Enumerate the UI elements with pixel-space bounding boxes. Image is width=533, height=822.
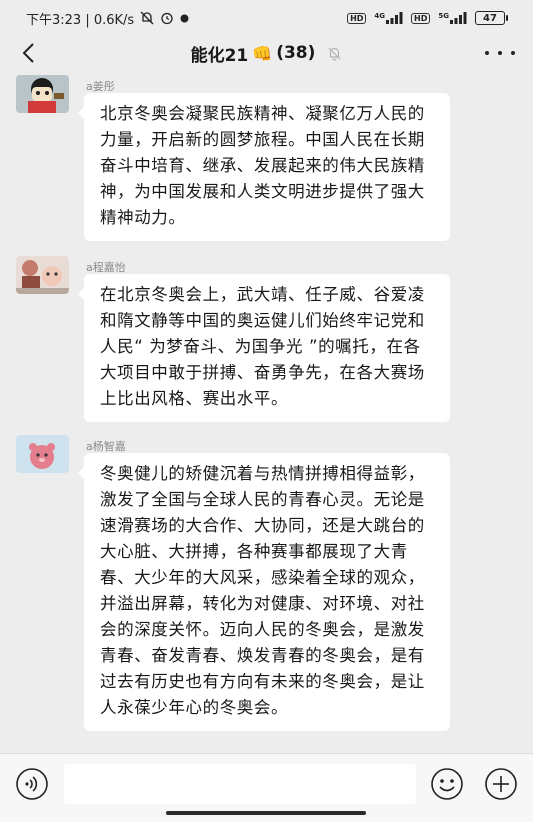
sender-name: a程嘉怡	[86, 261, 126, 274]
chat-header: 能化21 👊 (38)	[0, 36, 533, 70]
title-emoji: 👊	[252, 43, 273, 63]
sender-name: a杨智嘉	[86, 440, 126, 453]
more-functions-button[interactable]	[484, 767, 518, 801]
battery-icon: 47	[475, 11, 508, 25]
network-label-1: 4G	[374, 12, 386, 20]
avatar[interactable]	[16, 75, 69, 113]
bell-off-icon	[327, 46, 342, 61]
hd-badge-2: HD	[411, 12, 431, 24]
message-input[interactable]	[64, 764, 416, 804]
more-button[interactable]	[485, 42, 515, 64]
mute-notification-icon	[140, 11, 154, 25]
more-dot	[498, 51, 502, 55]
plus-icon	[485, 768, 517, 800]
message-bubble[interactable]: 冬奥健儿的矫健沉着与热情拼搏相得益彰，激发了全国与全球人民的青春心灵。无论是速滑…	[78, 453, 450, 731]
battery-level: 47	[483, 12, 497, 24]
message-bubble[interactable]: 北京冬奥会凝聚民族精神、凝聚亿万人民的力量，开启新的圆梦旅程。中国人民在长期奋斗…	[78, 93, 450, 241]
more-dot	[511, 51, 515, 55]
status-left: 下午3:23 | 0.6K/s	[26, 9, 189, 28]
signal-icon-1: 4G	[374, 12, 403, 24]
avatar[interactable]	[16, 256, 69, 294]
status-time-speed: 下午3:23 | 0.6K/s	[26, 12, 135, 28]
member-count: (38)	[276, 43, 316, 63]
emoji-button[interactable]	[430, 767, 464, 801]
hd-badge-1: HD	[347, 12, 367, 24]
network-label-2: 5G	[438, 12, 449, 20]
alarm-icon	[160, 11, 174, 25]
home-indicator[interactable]	[166, 811, 366, 815]
chat-title: 能化21 👊 (38)	[191, 41, 343, 66]
voice-icon	[16, 768, 48, 800]
dot-indicator-icon	[180, 14, 189, 23]
sender-name: a姜彤	[86, 80, 115, 93]
group-name: 能化21	[190, 45, 249, 66]
back-button[interactable]	[16, 40, 40, 66]
avatar[interactable]	[16, 435, 69, 473]
signal-icon-2: 5G	[438, 12, 467, 24]
voice-button[interactable]	[15, 767, 49, 801]
chevron-left-icon	[22, 43, 34, 63]
message-bubble[interactable]: 在北京冬奥会上，武大靖、任子威、谷爱凌和隋文静等中国的奥运健儿们始终牢记党和人民…	[78, 274, 450, 422]
emoji-icon	[431, 768, 463, 800]
status-right: HD 4G HD 5G 47	[347, 11, 508, 25]
more-dots-icon	[485, 51, 489, 55]
status-bar: 下午3:23 | 0.6K/s HD 4G HD 5G 47	[0, 0, 533, 36]
